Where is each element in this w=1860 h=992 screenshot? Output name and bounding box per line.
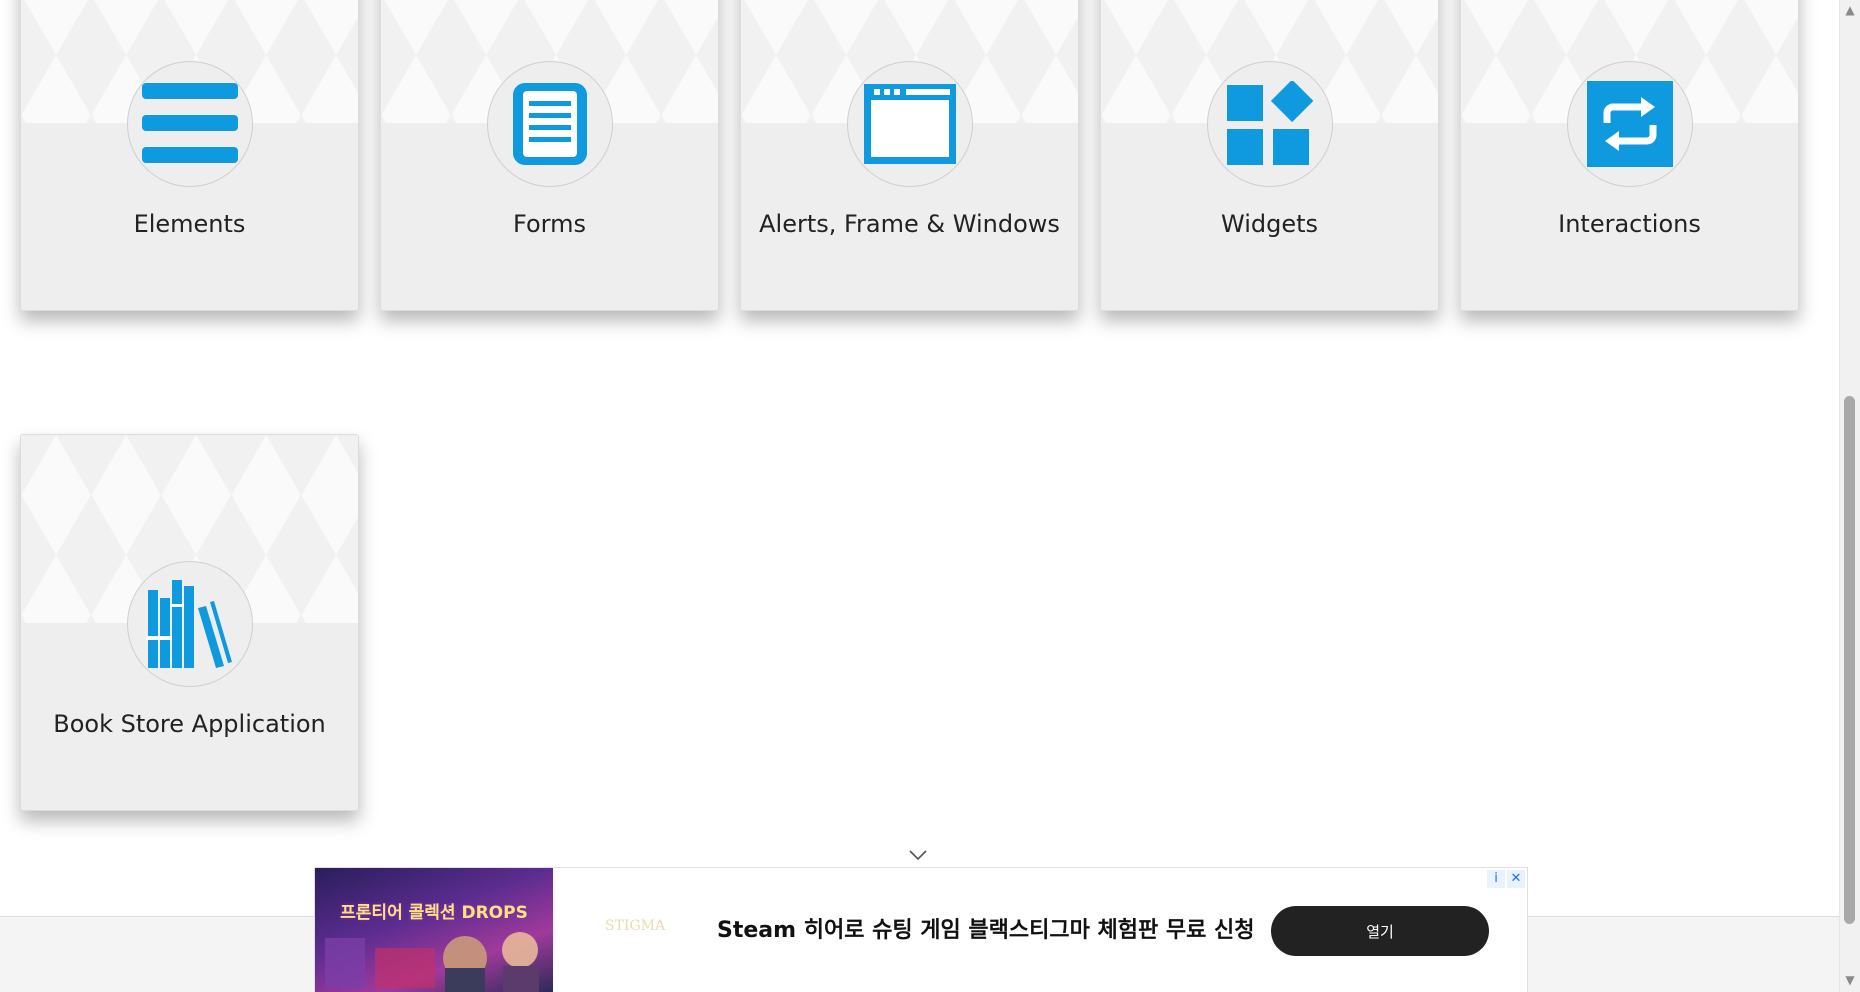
card-title: Forms <box>513 210 586 238</box>
document-form-icon <box>487 61 613 187</box>
repeat-arrows-icon <box>1567 61 1693 187</box>
ad-controls: i ✕ <box>1487 870 1525 888</box>
card-title: Book Store Application <box>53 710 326 738</box>
ad-brand-text: STIGMA <box>605 918 666 934</box>
card-widgets[interactable]: Widgets <box>1100 0 1439 311</box>
card-title: Interactions <box>1558 210 1701 238</box>
ad-banner[interactable]: 프론티어 콜렉션 DROPS STIGMA Steam 히어로 슈팅 게임 블랙… <box>314 867 1528 992</box>
card-forms[interactable]: Forms <box>380 0 719 311</box>
chevron-down-icon[interactable] <box>908 848 928 862</box>
menu-lines-icon <box>127 61 253 187</box>
card-title: Elements <box>133 210 246 238</box>
main-viewport: Elements Forms Alerts, Frame & Windows W… <box>0 0 1840 992</box>
close-icon[interactable]: ✕ <box>1507 870 1525 888</box>
card-title: Alerts, Frame & Windows <box>759 210 1060 238</box>
browser-window-icon <box>847 61 973 187</box>
card-elements[interactable]: Elements <box>20 0 359 311</box>
scroll-thumb[interactable] <box>1844 396 1855 924</box>
card-title: Widgets <box>1220 210 1319 238</box>
ad-image[interactable]: 프론티어 콜렉션 DROPS <box>315 868 553 992</box>
ad-artwork <box>325 932 539 992</box>
widgets-icon <box>1207 61 1333 187</box>
card-alerts-frame-windows[interactable]: Alerts, Frame & Windows <box>740 0 1079 311</box>
ad-headline[interactable]: Steam 히어로 슈팅 게임 블랙스티그마 체험판 무료 신청 <box>717 912 1254 944</box>
card-interactions[interactable]: Interactions <box>1460 0 1799 311</box>
books-icon <box>127 561 253 687</box>
ad-open-button[interactable]: 열기 <box>1271 906 1489 956</box>
info-icon[interactable]: i <box>1487 870 1505 888</box>
scroll-up-arrow-icon[interactable]: ▲ <box>1844 4 1856 16</box>
vertical-scrollbar[interactable]: ▲ ▼ <box>1839 0 1860 992</box>
scroll-down-arrow-icon[interactable]: ▼ <box>1844 974 1856 986</box>
card-book-store-application[interactable]: Book Store Application <box>20 434 359 811</box>
